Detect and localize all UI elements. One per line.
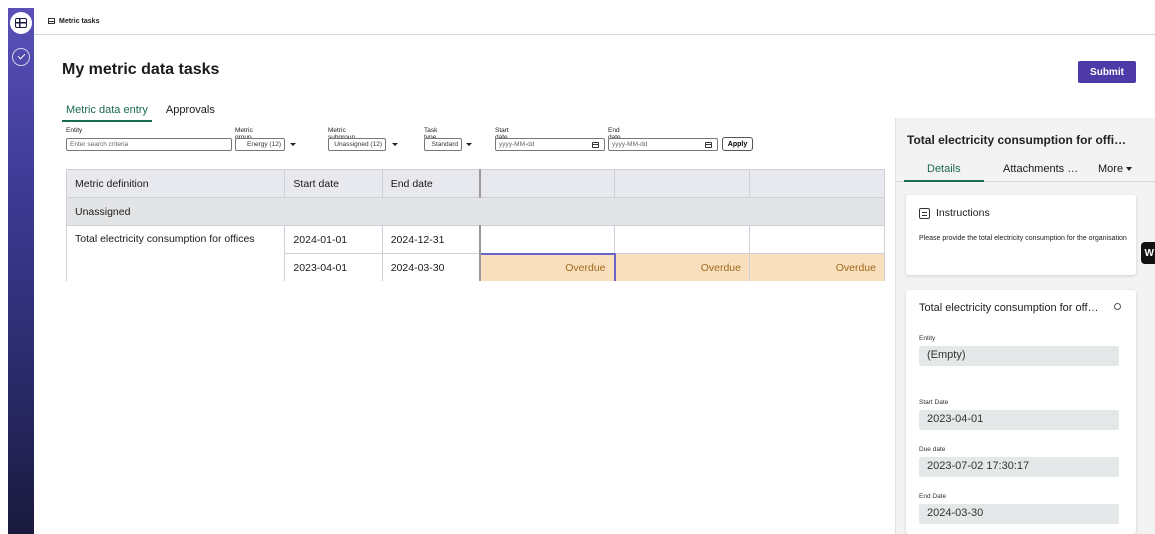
start-date-input[interactable]: yyyy-MM-dd: [495, 138, 605, 151]
end-date-input[interactable]: yyyy-MM-dd: [608, 138, 718, 151]
end-date-cell: 2024-03-30: [381, 253, 481, 281]
overdue-task-cell[interactable]: Overdue: [748, 253, 885, 281]
calendar-icon[interactable]: [705, 142, 712, 148]
metric-tasks-nav-button[interactable]: [10, 12, 32, 34]
metric-definition-cell[interactable]: Total electricity consumption for office…: [66, 225, 286, 281]
table-icon: [15, 18, 27, 28]
metric-subgroup-select[interactable]: Unassigned (12): [328, 138, 386, 151]
instructions-card: Instructions Please provide the total el…: [906, 195, 1136, 275]
tab-more[interactable]: More: [1098, 163, 1133, 175]
floating-widget-button[interactable]: W: [1141, 242, 1155, 264]
start-date-field-label: Start Date: [919, 399, 949, 406]
widget-badge-label: W: [1144, 247, 1154, 259]
tab-metric-data-entry[interactable]: Metric data entry: [62, 102, 152, 122]
tab-more-label: More: [1098, 163, 1124, 175]
start-date-cell: 2024-01-01: [284, 225, 383, 254]
calendar-icon[interactable]: [592, 142, 599, 148]
table-row: Total electricity consumption for office…: [66, 225, 885, 281]
document-icon: [919, 208, 930, 219]
table-header-row: Metric definition Start date End date: [66, 169, 885, 198]
chevron-down-icon[interactable]: [290, 143, 296, 146]
metric-card-title: Total electricity consumption for off…: [919, 302, 1099, 314]
column-header-start-date[interactable]: Start date: [284, 169, 383, 198]
task-cell[interactable]: [748, 225, 885, 254]
main-tabs: Metric data entry Approvals: [62, 102, 229, 122]
due-date-field-label: Due date: [919, 446, 946, 453]
tab-approvals[interactable]: Approvals: [162, 102, 219, 122]
start-date-field-value: 2023-04-01: [919, 410, 1119, 430]
column-header-period: [748, 169, 885, 198]
detail-panel: Total electricity consumption for offi… …: [895, 118, 1155, 534]
breadcrumb-label[interactable]: Metric tasks: [59, 18, 99, 25]
info-icon[interactable]: [1114, 303, 1121, 310]
task-type-select[interactable]: Standard: [424, 138, 462, 151]
chevron-down-icon[interactable]: [392, 143, 398, 146]
entity-field-label: Entity: [919, 335, 936, 342]
column-header-end-date[interactable]: End date: [381, 169, 481, 198]
metric-grid: Metric definition Start date End date Un…: [66, 169, 885, 281]
task-cell[interactable]: [479, 225, 616, 254]
entity-label: Entity: [66, 127, 83, 134]
entity-field-value: (Empty): [919, 346, 1119, 366]
end-date-field-value: 2024-03-30: [919, 504, 1119, 524]
column-header-period: [614, 169, 750, 198]
end-date-field-label: End Date: [919, 493, 947, 500]
end-date-cell: 2024-12-31: [381, 225, 481, 254]
tab-attachments[interactable]: Attachments …: [1003, 163, 1078, 175]
instructions-title: Instructions: [936, 207, 990, 219]
column-header-metric-definition[interactable]: Metric definition: [66, 169, 286, 198]
panel-tabs: Details Attachments … More: [896, 158, 1155, 182]
apply-button[interactable]: Apply: [722, 137, 753, 151]
nav-rail: [8, 8, 34, 534]
metric-group-select[interactable]: Energy (12): [235, 138, 285, 151]
checkmark-icon: [17, 51, 25, 60]
chevron-down-icon: [1126, 167, 1133, 172]
chevron-down-icon[interactable]: [466, 143, 472, 146]
active-tab-indicator: [904, 180, 984, 182]
task-cell[interactable]: [614, 225, 750, 254]
start-date-cell: 2023-04-01: [284, 253, 383, 281]
due-date-field-value: 2023-07-02 17:30:17: [919, 457, 1119, 477]
breadcrumb: Metric tasks: [34, 8, 1155, 35]
group-row: Unassigned: [66, 197, 885, 226]
top-strip: [0, 0, 1155, 8]
table-icon: [48, 18, 55, 24]
overdue-task-cell[interactable]: Overdue: [478, 252, 616, 281]
overdue-task-cell[interactable]: Overdue: [614, 253, 750, 281]
group-label[interactable]: Unassigned: [66, 197, 885, 226]
left-edge: [0, 0, 8, 534]
page-title: My metric data tasks: [62, 61, 220, 78]
approvals-nav-button[interactable]: [12, 48, 30, 66]
instructions-text: Please provide the total electricity con…: [919, 235, 1127, 242]
column-header-period: [479, 169, 616, 198]
tab-details[interactable]: Details: [927, 163, 961, 175]
entity-search-input[interactable]: Enter search criteria: [66, 138, 232, 151]
metric-table: Metric definition Start date End date Un…: [66, 169, 885, 281]
metric-details-card: Total electricity consumption for off… E…: [906, 290, 1136, 534]
submit-button[interactable]: Submit: [1078, 61, 1136, 83]
panel-title: Total electricity consumption for offi…: [907, 133, 1127, 147]
